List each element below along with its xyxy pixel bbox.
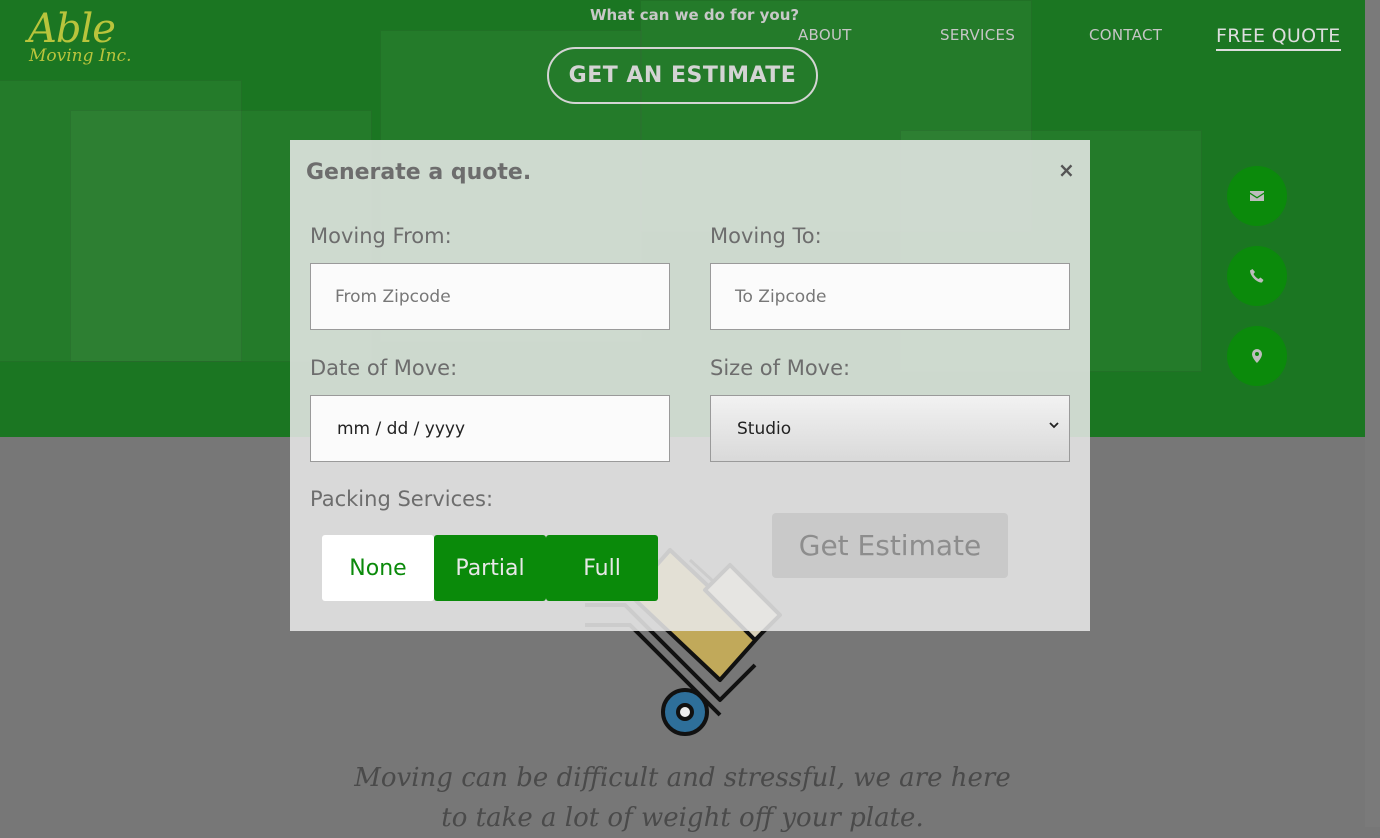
- close-icon[interactable]: ×: [1058, 158, 1075, 182]
- packing-partial-button[interactable]: Partial: [434, 535, 546, 601]
- date-of-move-label: Date of Move:: [310, 356, 458, 380]
- site-logo[interactable]: Able Moving Inc.: [28, 6, 132, 70]
- size-selected-value: Studio: [737, 418, 792, 439]
- get-estimate-button[interactable]: Get Estimate: [772, 513, 1008, 578]
- from-zipcode-input[interactable]: From Zipcode: [310, 263, 670, 330]
- packing-full-button[interactable]: Full: [546, 535, 658, 601]
- phone-icon: [1250, 269, 1264, 283]
- logo-subtitle: Moving Inc.: [29, 46, 132, 66]
- size-of-move-label: Size of Move:: [710, 356, 851, 380]
- email-button[interactable]: [1227, 166, 1287, 226]
- envelope-icon: [1250, 191, 1264, 201]
- page-scrollbar[interactable]: [1365, 0, 1380, 827]
- nav-about[interactable]: ABOUT: [798, 26, 852, 44]
- nav-free-quote[interactable]: FREE QUOTE: [1216, 25, 1341, 51]
- chevron-down-icon: [1049, 422, 1059, 429]
- packing-services-label: Packing Services:: [310, 487, 494, 511]
- hero-tagline: What can we do for you?: [590, 6, 800, 24]
- modal-title: Generate a quote.: [306, 160, 532, 185]
- nav-contact[interactable]: CONTACT: [1089, 26, 1162, 44]
- size-of-move-select[interactable]: Studio: [710, 395, 1070, 462]
- get-an-estimate-button[interactable]: GET AN ESTIMATE: [547, 47, 818, 104]
- moving-from-label: Moving From:: [310, 224, 452, 248]
- date-of-move-input[interactable]: mm / dd / yyyy: [310, 395, 670, 462]
- to-zipcode-input[interactable]: To Zipcode: [710, 263, 1070, 330]
- map-marker-icon: [1252, 349, 1262, 363]
- packing-none-button[interactable]: None: [322, 535, 434, 601]
- phone-button[interactable]: [1227, 246, 1287, 306]
- location-button[interactable]: [1227, 326, 1287, 386]
- quote-modal: Generate a quote. × Moving From: From Zi…: [290, 140, 1090, 631]
- nav-services[interactable]: SERVICES: [940, 26, 1015, 44]
- intro-text: Moving can be difficult and stressful, w…: [354, 763, 1011, 833]
- moving-to-label: Moving To:: [710, 224, 822, 248]
